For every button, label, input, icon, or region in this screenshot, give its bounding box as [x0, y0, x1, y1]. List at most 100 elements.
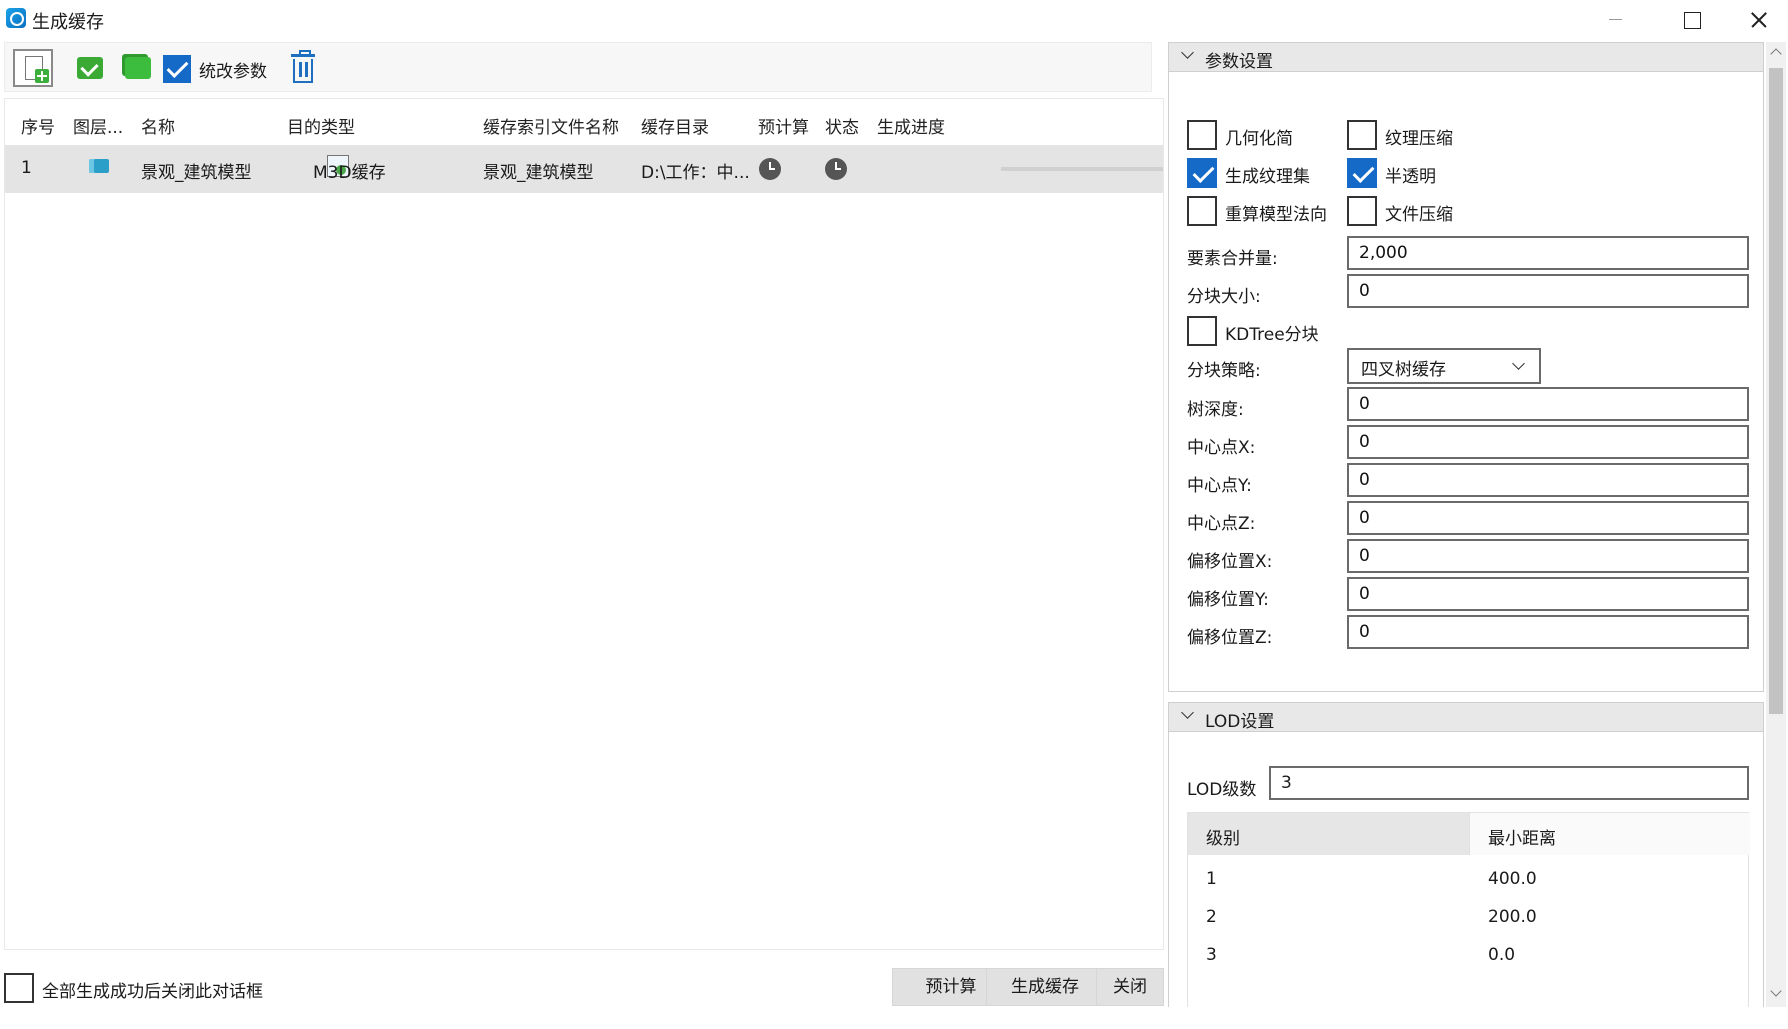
geometry-simplify-label: 几何化简: [1225, 129, 1293, 149]
scrollbar-thumb[interactable]: [1769, 68, 1783, 714]
scroll-up-icon[interactable]: [1770, 48, 1782, 60]
offset-y-field[interactable]: 0: [1347, 577, 1749, 611]
table-row[interactable]: 1 景观_建筑模型 M3D缓存 景观_建筑模型 D:\工作：中...: [5, 145, 1163, 193]
settings-panel: 参数设置 几何化简 纹理压缩 生成纹理集 半透明 重算模型法向 文件压缩 要素合…: [1168, 42, 1764, 1007]
col-header-layer[interactable]: 图层...: [73, 113, 123, 138]
lod-row-distance[interactable]: 200.0: [1488, 907, 1537, 927]
col-header-precalc[interactable]: 预计算: [758, 113, 809, 138]
toolbar: 统改参数: [4, 42, 1152, 92]
tree-depth-label: 树深度:: [1187, 400, 1244, 420]
params-body: 几何化简 纹理压缩 生成纹理集 半透明 重算模型法向 文件压缩 要素合并量: 2…: [1168, 72, 1764, 692]
check-all-icon: [77, 57, 103, 79]
minimize-button[interactable]: [1585, 0, 1645, 38]
unify-params-label: 统改参数: [199, 62, 267, 82]
title-bar: 生成缓存: [0, 0, 1788, 38]
semi-transparent-checkbox[interactable]: [1347, 158, 1377, 188]
split-strategy-select[interactable]: 四叉树缓存: [1347, 348, 1541, 384]
plus-icon: [35, 69, 49, 83]
lod-section-header[interactable]: LOD设置: [1168, 702, 1764, 732]
texture-compress-label: 纹理压缩: [1385, 129, 1453, 149]
offset-x-label: 偏移位置X:: [1187, 552, 1273, 572]
center-x-field[interactable]: 0: [1347, 425, 1749, 459]
close-after-success-label: 全部生成成功后关闭此对话框: [42, 982, 263, 1002]
task-table: 序号 图层... 名称 目的类型 缓存索引文件名称 缓存目录 预计算 状态 生成…: [4, 98, 1164, 950]
offset-z-label: 偏移位置Z:: [1187, 628, 1273, 648]
scroll-down-icon[interactable]: [1770, 985, 1782, 997]
close-button[interactable]: 关闭: [1096, 968, 1164, 1006]
new-task-button[interactable]: [13, 49, 53, 87]
lod-body: LOD级数 3 级别 最小距离 1 400.0 2 200.0 3 0.0: [1168, 732, 1764, 1007]
recompute-normals-label: 重算模型法向: [1225, 205, 1327, 225]
merge-count-field[interactable]: 2,000: [1347, 236, 1749, 270]
col-header-progress[interactable]: 生成进度: [877, 113, 945, 138]
gen-texture-set-checkbox[interactable]: [1187, 158, 1217, 188]
col-header-cache-dir[interactable]: 缓存目录: [641, 113, 709, 138]
lod-table: 级别 最小距离 1 400.0 2 200.0 3 0.0: [1187, 812, 1750, 1007]
params-section-title: 参数设置: [1205, 52, 1273, 72]
delete-button[interactable]: [283, 49, 323, 87]
offset-z-field[interactable]: 0: [1347, 615, 1749, 649]
lod-col-header-distance-label: 最小距离: [1488, 829, 1556, 849]
vertical-scrollbar[interactable]: [1766, 42, 1786, 1007]
block-size-field[interactable]: 0: [1347, 274, 1749, 308]
clock-icon: [759, 158, 781, 180]
lod-row-level[interactable]: 3: [1206, 945, 1217, 965]
progress-bar: [1001, 167, 1163, 171]
offset-y-label: 偏移位置Y:: [1187, 590, 1269, 610]
tree-depth-field[interactable]: 0: [1347, 387, 1749, 421]
split-strategy-label: 分块策略:: [1187, 361, 1261, 381]
semi-transparent-label: 半透明: [1385, 167, 1436, 187]
lod-row-distance[interactable]: 0.0: [1488, 945, 1515, 965]
lod-count-field[interactable]: 3: [1269, 766, 1749, 800]
center-y-field[interactable]: 0: [1347, 463, 1749, 497]
center-x-label: 中心点X:: [1187, 438, 1256, 458]
geometry-simplify-checkbox[interactable]: [1187, 120, 1217, 150]
chevron-down-icon: [1512, 357, 1525, 370]
col-header-status[interactable]: 状态: [825, 113, 859, 138]
col-header-index-file[interactable]: 缓存索引文件名称: [483, 113, 619, 138]
generate-cache-button[interactable]: 生成缓存: [986, 968, 1104, 1006]
lod-col-header-level[interactable]: 级别: [1188, 813, 1469, 855]
layer-icon: [89, 159, 109, 173]
lod-section-title: LOD设置: [1205, 712, 1275, 732]
lod-row-distance[interactable]: 400.0: [1488, 869, 1537, 889]
clock-icon: [825, 158, 847, 180]
gen-texture-set-label: 生成纹理集: [1225, 167, 1310, 187]
file-compress-label: 文件压缩: [1385, 205, 1453, 225]
window-title: 生成缓存: [32, 12, 104, 33]
row-index-file: 景观_建筑模型: [483, 163, 594, 183]
kdtree-checkbox[interactable]: [1187, 316, 1217, 346]
lod-count-label: LOD级数: [1187, 780, 1257, 800]
kdtree-label: KDTree分块: [1225, 325, 1319, 345]
row-target-type: M3D缓存: [313, 163, 386, 183]
file-compress-checkbox[interactable]: [1347, 196, 1377, 226]
row-index: 1: [21, 158, 32, 178]
invert-select-icon: [125, 57, 151, 79]
lod-row-level[interactable]: 1: [1206, 869, 1217, 889]
chevron-down-icon: [1181, 46, 1194, 59]
app-icon: [6, 8, 26, 28]
unify-params-checkbox[interactable]: [163, 55, 191, 83]
close-window-button[interactable]: [1728, 0, 1788, 38]
lod-col-header-level-label: 级别: [1206, 829, 1240, 849]
row-name: 景观_建筑模型: [141, 163, 252, 183]
offset-x-field[interactable]: 0: [1347, 539, 1749, 573]
maximize-button[interactable]: [1660, 0, 1720, 38]
col-header-index[interactable]: 序号: [21, 113, 55, 138]
texture-compress-checkbox[interactable]: [1347, 120, 1377, 150]
lod-col-header-distance[interactable]: 最小距离: [1469, 813, 1750, 855]
col-header-target-type[interactable]: 目的类型: [287, 113, 355, 138]
select-all-button[interactable]: [73, 49, 113, 87]
trash-can-body: [293, 59, 313, 83]
center-z-field[interactable]: 0: [1347, 501, 1749, 535]
split-strategy-value: 四叉树缓存: [1361, 360, 1446, 380]
lod-row-level[interactable]: 2: [1206, 907, 1217, 927]
recompute-normals-checkbox[interactable]: [1187, 196, 1217, 226]
close-after-success-checkbox[interactable]: [4, 973, 34, 1003]
merge-count-label: 要素合并量:: [1187, 249, 1278, 269]
col-header-name[interactable]: 名称: [141, 113, 175, 138]
center-z-label: 中心点Z:: [1187, 514, 1256, 534]
invert-select-button[interactable]: [119, 49, 159, 87]
chevron-down-icon: [1181, 706, 1194, 719]
params-section-header[interactable]: 参数设置: [1168, 42, 1764, 72]
